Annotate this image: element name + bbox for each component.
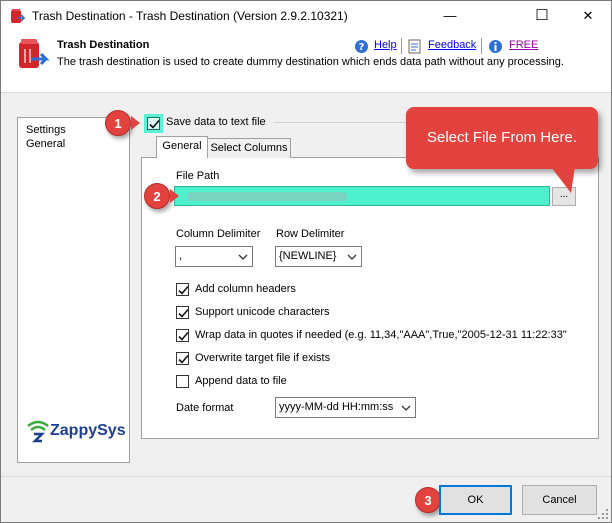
step-3-badge: 3 [415,487,441,513]
overwrite-target-checkbox[interactable] [176,352,189,365]
header-description: The trash destination is used to create … [57,56,564,68]
component-header: Trash Destination The trash destination … [1,31,611,93]
row-delimiter-label: Row Delimiter [276,228,345,240]
link-separator [481,38,482,54]
blurred-file-path [187,192,347,201]
overwrite-target-label: Overwrite target file if exists [195,352,331,364]
checkmark-icon [178,331,189,341]
app-icon [11,9,25,23]
column-delimiter-value: , [179,250,183,262]
date-format-value: yyyy-MM-dd HH:mm:ss [279,401,394,413]
footer-divider [1,476,611,477]
tab-general[interactable]: General [156,136,208,158]
wrap-quotes-label: Wrap data in quotes if needed (e.g. 11,3… [195,329,567,341]
dialog-window: Trash Destination - Trash Destination (V… [0,0,612,523]
checkmark-icon [178,285,189,295]
date-format-select[interactable]: yyyy-MM-dd HH:mm:ss [275,397,416,418]
tree-item-general[interactable]: General [26,138,65,150]
callout-bubble: Select File From Here. [406,107,598,169]
minimize-button[interactable]: — [427,1,473,31]
file-path-input[interactable] [174,186,550,206]
row-delimiter-select[interactable]: {NEWLINE} [275,246,362,267]
ok-button[interactable]: OK [439,485,512,515]
svg-text:?: ? [359,42,365,53]
zappysys-logo-icon [27,420,49,443]
feedback-link[interactable]: Feedback [428,39,476,51]
close-button[interactable]: ✕ [565,1,611,31]
zappysys-logo: ZappySys [26,419,126,445]
file-path-label: File Path [176,170,220,182]
info-icon [489,40,502,53]
title-bar: Trash Destination - Trash Destination (V… [1,1,611,31]
header-title: Trash Destination [57,39,150,51]
callout-bubble-tail [551,167,575,193]
column-delimiter-select[interactable]: , [175,246,253,267]
settings-tree: Settings General ZappySys [17,117,130,463]
add-column-headers-checkbox[interactable] [176,283,189,296]
support-unicode-checkbox[interactable] [176,306,189,319]
checkmark-icon [178,308,189,318]
support-unicode-label: Support unicode characters [195,306,330,318]
date-format-label: Date format [176,402,234,414]
append-data-checkbox[interactable] [176,375,189,388]
save-to-file-label: Save data to text file [166,116,266,128]
chevron-down-icon [401,405,411,411]
append-data-label: Append data to file [195,375,287,387]
step-1-badge: 1 [105,110,131,136]
add-column-headers-label: Add column headers [195,283,296,295]
link-separator [401,38,402,54]
step-1-arrow [131,116,140,130]
resize-grip-icon[interactable] [597,508,609,520]
chevron-down-icon [347,254,357,260]
row-delimiter-value: {NEWLINE} [279,250,337,262]
checkmark-icon [149,119,160,129]
window-title: Trash Destination - Trash Destination (V… [32,9,348,23]
free-link[interactable]: FREE [509,39,538,51]
help-link[interactable]: Help [374,39,397,51]
save-to-file-checkbox[interactable] [147,117,160,130]
checkmark-icon [178,354,189,364]
save-to-file-checkbox-highlight [144,114,163,133]
tree-item-settings[interactable]: Settings [26,124,66,136]
zappysys-logo-text: ZappySys [50,422,126,439]
column-delimiter-label: Column Delimiter [176,228,261,240]
maximize-button[interactable]: ☐ [519,1,565,31]
step-2-arrow [170,189,179,203]
chevron-down-icon [238,254,248,260]
wrap-quotes-checkbox[interactable] [176,329,189,342]
tab-select-columns[interactable]: Select Columns [207,138,291,158]
step-2-badge: 2 [144,183,170,209]
help-icon: ? [355,40,368,53]
feedback-icon [408,39,421,54]
cancel-button[interactable]: Cancel [522,485,597,515]
trash-destination-icon [19,39,49,68]
